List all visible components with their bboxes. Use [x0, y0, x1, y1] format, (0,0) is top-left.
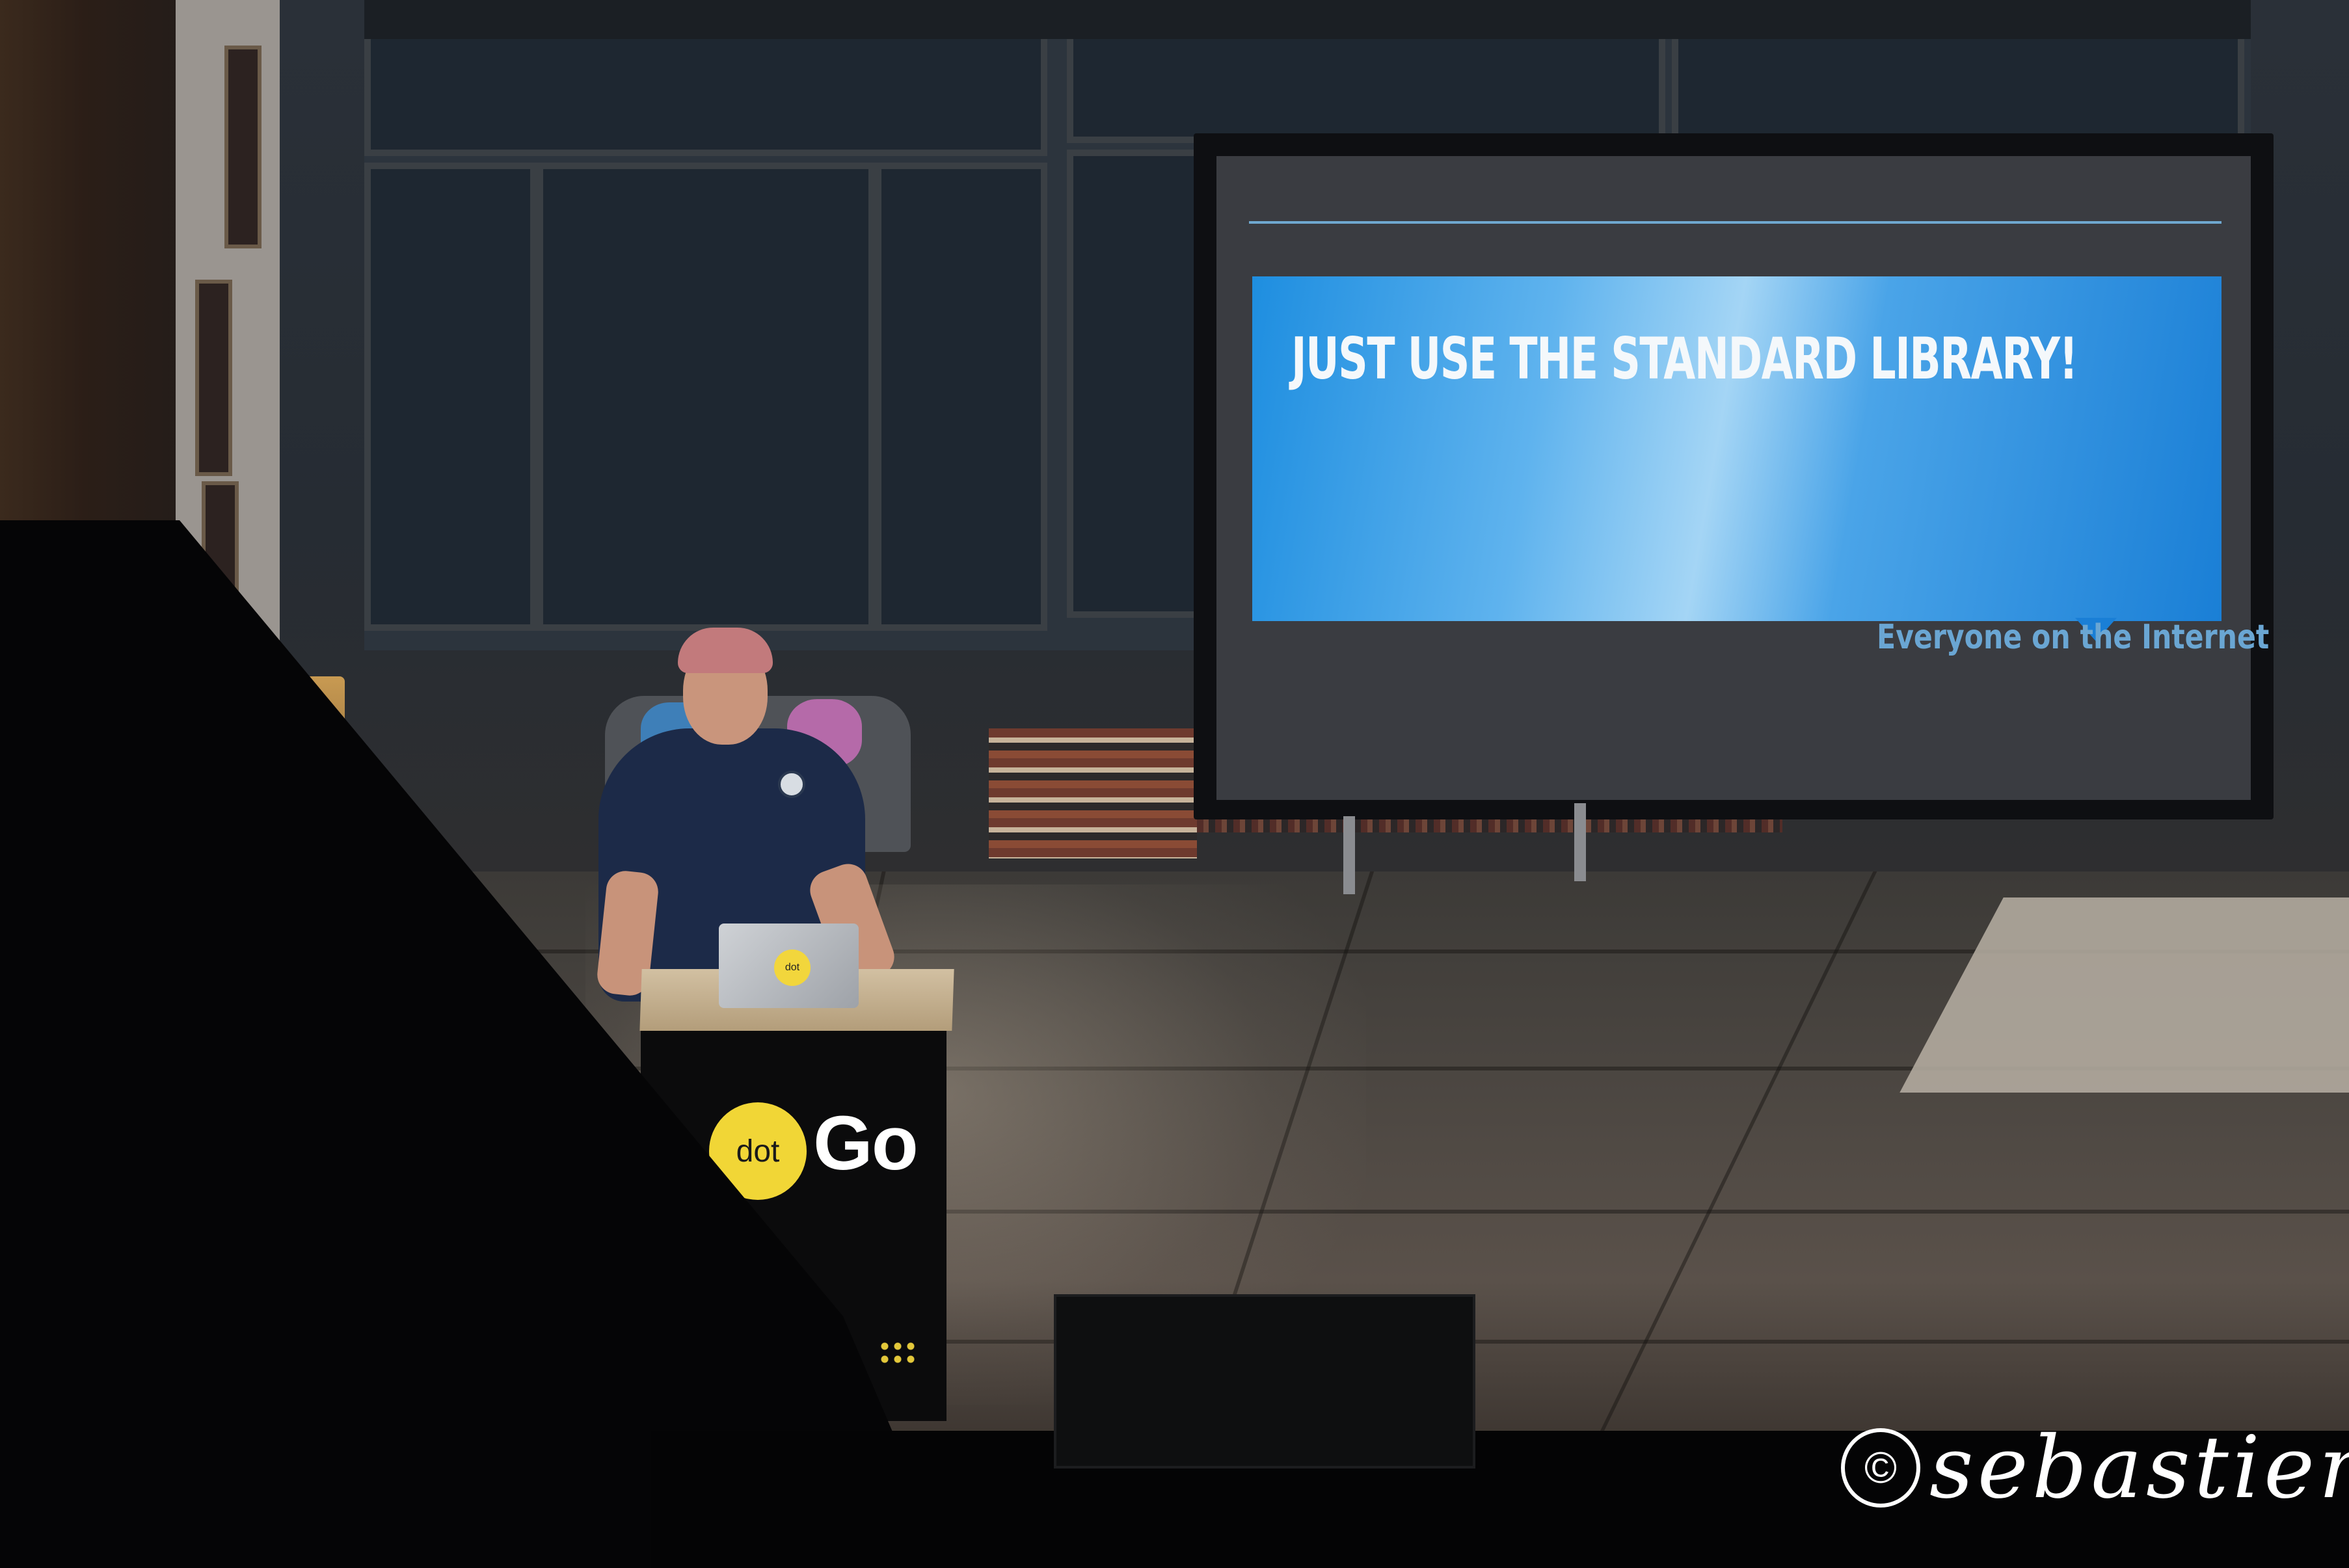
slide-divider	[1249, 221, 2221, 224]
window-header-beam	[364, 0, 2251, 39]
watermark-text: sebastienfr	[1929, 1418, 2349, 1518]
floor-seam	[1587, 871, 1877, 1457]
window-pane	[364, 163, 537, 631]
window-pane	[364, 26, 1047, 156]
dotgo-logo-go: Go	[813, 1100, 919, 1186]
shirt-badge	[778, 771, 805, 798]
screen-leg	[1574, 803, 1586, 881]
wall-picture	[195, 280, 232, 476]
speaker-hair	[678, 628, 773, 673]
stage-photo: JUST USE THE STANDARD LIBRARY! Everyone …	[0, 0, 2349, 1568]
photographer-watermark: © sebastienfr	[1841, 1418, 2349, 1518]
window-pane	[537, 163, 875, 631]
slide-attribution: Everyone on the Internet	[1877, 618, 2270, 657]
podium-dots	[878, 1340, 917, 1366]
window-pane	[875, 163, 1047, 631]
copyright-icon: ©	[1841, 1428, 1920, 1508]
stage-monitor	[1054, 1294, 1475, 1468]
slide-headline: JUST USE THE STANDARD LIBRARY!	[1291, 325, 2078, 392]
wall-picture	[224, 46, 262, 248]
laptop-sticker: dot	[774, 950, 811, 986]
screen-leg	[1343, 816, 1355, 894]
book-stack	[989, 728, 1197, 858]
